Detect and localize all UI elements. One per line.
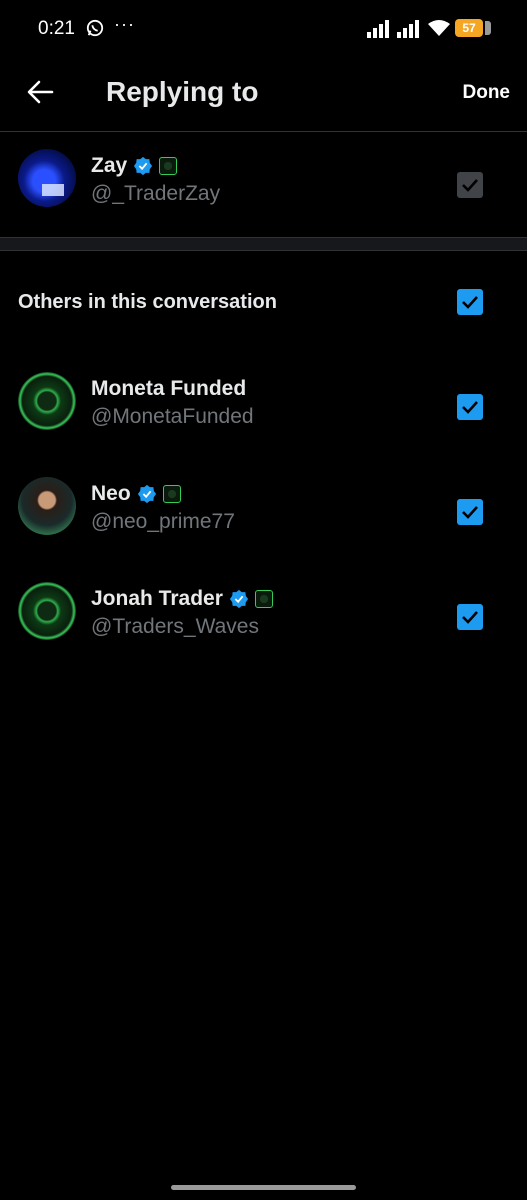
- avatar: [18, 372, 76, 430]
- person-checkbox[interactable]: [457, 499, 483, 525]
- others-section-label: Others in this conversation: [18, 291, 277, 313]
- checkmark-icon: [462, 401, 478, 414]
- status-bar: 0:21 ··· 57: [0, 0, 527, 58]
- user-handle: @MonetaFunded: [91, 405, 254, 428]
- affiliate-badge-icon: [159, 157, 178, 175]
- list-item[interactable]: Neo @neo_prime77: [0, 473, 527, 553]
- divider: [0, 131, 527, 132]
- verified-badge-icon: [229, 589, 248, 609]
- verified-badge-icon: [134, 156, 153, 176]
- checkmark-icon: [462, 611, 478, 624]
- list-item[interactable]: Moneta Funded @MonetaFunded: [0, 368, 527, 448]
- verified-badge-icon: [137, 484, 156, 504]
- user-name: Neo: [91, 482, 131, 505]
- gesture-nav-bar[interactable]: [171, 1185, 356, 1190]
- others-select-all-checkbox[interactable]: [457, 289, 483, 315]
- signal-icon: [367, 20, 389, 38]
- avatar: [18, 582, 76, 640]
- user-name-row: Neo: [91, 482, 181, 506]
- primary-checkbox[interactable]: [457, 172, 483, 198]
- avatar: [18, 477, 76, 535]
- list-item[interactable]: Jonah Trader @Traders_Waves: [0, 578, 527, 658]
- arrow-left-icon[interactable]: [26, 78, 54, 106]
- user-name: Zay: [91, 154, 128, 177]
- user-handle: @_TraderZay: [91, 182, 221, 205]
- more-notifications-icon: ···: [114, 14, 135, 34]
- section-divider: [0, 237, 527, 251]
- checkmark-icon: [462, 179, 478, 192]
- status-time: 0:21: [38, 18, 75, 39]
- person-checkbox[interactable]: [457, 394, 483, 420]
- user-name-row: Moneta Funded: [91, 377, 246, 401]
- signal-icon: [397, 20, 419, 38]
- wifi-icon: [428, 20, 450, 36]
- avatar: [18, 149, 76, 207]
- primary-reply-row[interactable]: Zay @_TraderZay: [0, 144, 527, 224]
- page-title: Replying to: [106, 76, 259, 107]
- user-name-row: Zay: [91, 154, 178, 178]
- person-checkbox[interactable]: [457, 604, 483, 630]
- user-name-row: Jonah Trader: [91, 587, 273, 611]
- checkmark-icon: [462, 296, 478, 309]
- done-button[interactable]: Done: [463, 82, 511, 104]
- user-name: Jonah Trader: [91, 587, 223, 610]
- battery-icon: 57: [455, 19, 491, 37]
- affiliate-badge-icon: [254, 590, 273, 608]
- header: Replying to Done: [0, 58, 527, 130]
- user-handle: @Traders_Waves: [91, 615, 259, 638]
- affiliate-badge-icon: [162, 485, 181, 503]
- whatsapp-icon: [86, 19, 104, 37]
- user-name: Moneta Funded: [91, 377, 247, 400]
- user-handle: @neo_prime77: [91, 510, 235, 533]
- checkmark-icon: [462, 506, 478, 519]
